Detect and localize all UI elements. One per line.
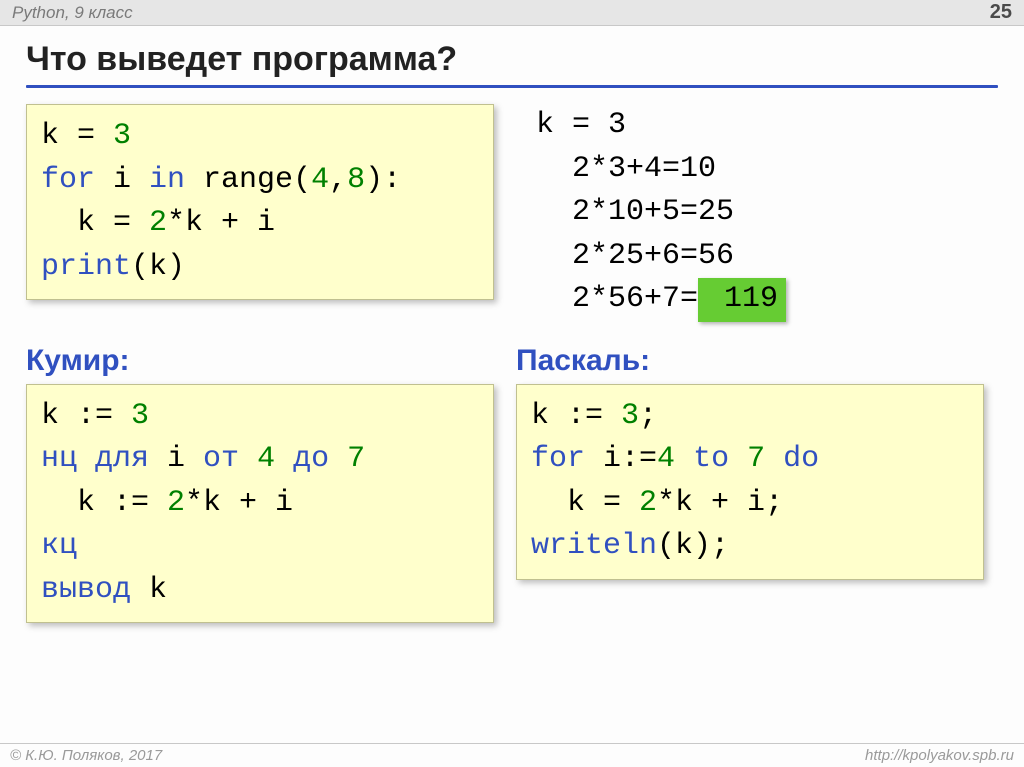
code-text: , [329, 163, 347, 197]
code-text: k := [531, 399, 621, 433]
code-num: 4 [311, 163, 329, 197]
code-text: (k) [131, 250, 185, 284]
code-text [239, 442, 257, 476]
code-text: i [149, 442, 203, 476]
code-text: k := [41, 399, 131, 433]
code-text: k = [531, 486, 639, 520]
code-text: k = [41, 206, 149, 240]
code-text [275, 442, 293, 476]
code-kw: for [41, 163, 95, 197]
python-code: k = 3 for i in range(4,8): k = 2*k + i p… [26, 104, 494, 300]
code-text: *k + i [185, 486, 293, 520]
title-area: Что выведет программа? [0, 26, 1024, 94]
code-text: i [95, 163, 149, 197]
code-kw: кц [41, 529, 77, 563]
code-text: ): [365, 163, 401, 197]
title-underline [26, 85, 998, 88]
code-num: 3 [131, 399, 149, 433]
code-kw: нц для [41, 442, 149, 476]
code-text: k = [41, 119, 113, 153]
code-num: 3 [113, 119, 131, 153]
code-text: ; [639, 399, 657, 433]
code-text: k [131, 573, 167, 607]
code-num: 4 [657, 442, 675, 476]
code-num: 2 [167, 486, 185, 520]
code-num: 3 [621, 399, 639, 433]
code-kw: do [783, 442, 819, 476]
code-text: i:= [585, 442, 657, 476]
footer-url: http://kpolyakov.spb.ru [865, 747, 1014, 764]
trace-block: k = 3 2*3+4=10 2*10+5=25 2*25+6=56 2*56+… [516, 104, 786, 322]
code-kw: вывод [41, 573, 131, 607]
code-num: 7 [747, 442, 765, 476]
footer-copyright: © К.Ю. Поляков, 2017 [10, 747, 162, 764]
code-kw: writeln [531, 529, 657, 563]
trace-line: 2*10+5=25 [536, 195, 734, 229]
code-text: range( [185, 163, 311, 197]
trace-line: 2*3+4=10 [536, 152, 716, 186]
content-area: k = 3 for i in range(4,8): k = 2*k + i p… [0, 94, 1024, 623]
answer-box: 119 [698, 278, 786, 322]
page-title: Что выведет программа? [26, 40, 998, 79]
code-text: k := [41, 486, 167, 520]
course-label: Python, 9 класс [12, 3, 133, 23]
trace-line: k = 3 [536, 108, 626, 142]
code-text: (k); [657, 529, 729, 563]
kumir-code: k := 3 нц для i от 4 до 7 k := 2*k + i к… [26, 384, 494, 624]
code-kw: от [203, 442, 239, 476]
trace-line: 2*56+7= [536, 282, 698, 316]
code-text [329, 442, 347, 476]
code-text [765, 442, 783, 476]
footer: © К.Ю. Поляков, 2017 http://kpolyakov.sp… [0, 743, 1024, 767]
code-num: 7 [347, 442, 365, 476]
code-kw: for [531, 442, 585, 476]
code-text [675, 442, 693, 476]
code-kw: in [149, 163, 185, 197]
code-num: 2 [149, 206, 167, 240]
code-text [729, 442, 747, 476]
code-kw: до [293, 442, 329, 476]
page-number: 25 [990, 1, 1012, 24]
trace-line: 2*25+6=56 [536, 239, 734, 273]
code-num: 4 [257, 442, 275, 476]
code-num: 8 [347, 163, 365, 197]
pascal-label: Паскаль: [516, 344, 984, 378]
topbar: Python, 9 класс 25 [0, 0, 1024, 26]
code-text: *k + i [167, 206, 275, 240]
code-num: 2 [639, 486, 657, 520]
code-kw: print [41, 250, 131, 284]
kumir-label: Кумир: [26, 344, 494, 378]
code-kw: to [693, 442, 729, 476]
code-text: *k + i; [657, 486, 783, 520]
pascal-code: k := 3; for i:=4 to 7 do k = 2*k + i; wr… [516, 384, 984, 580]
